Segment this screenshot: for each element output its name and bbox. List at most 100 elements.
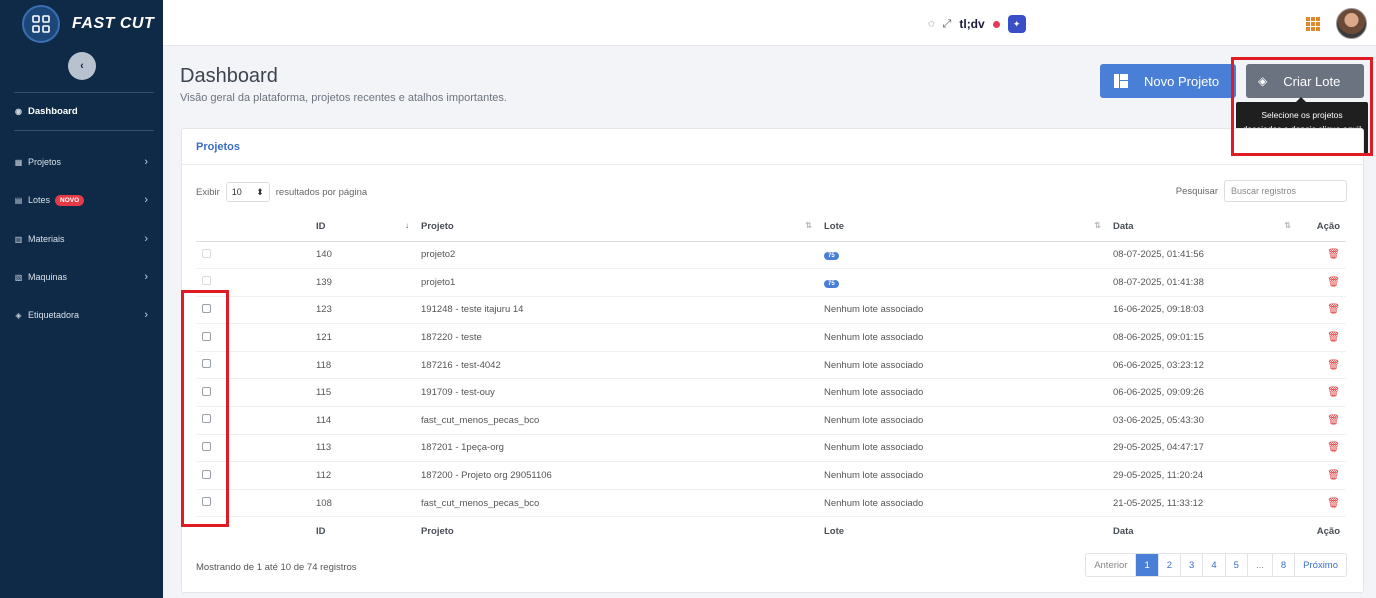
row-checkbox[interactable] xyxy=(202,248,211,258)
sidebar-collapse-button[interactable]: ‹ xyxy=(68,52,96,80)
apps-grid-icon[interactable] xyxy=(1306,17,1320,31)
lotes-icon: ▤ xyxy=(14,195,23,205)
cell-projeto: projeto1 xyxy=(417,268,820,297)
chevron-right-icon: › xyxy=(144,309,148,321)
chevron-right-icon: › xyxy=(144,156,148,168)
column-header-lote[interactable]: Lote ⇅ xyxy=(820,213,1109,242)
sidebar-item-maquinas[interactable]: ▧ Maquinas › xyxy=(14,267,154,287)
lote-badge[interactable]: 75 xyxy=(824,279,839,288)
pagination-next[interactable]: Próximo xyxy=(1295,554,1346,576)
eye-off-icon[interactable]: ◌ xyxy=(928,18,935,30)
table-footer-row: ID Projeto Lote Data Ação xyxy=(196,516,1346,545)
cell-id: 140 xyxy=(302,241,417,270)
column-header-projeto[interactable]: Projeto ⇅ xyxy=(417,213,820,242)
trash-icon[interactable]: 🗑 xyxy=(1327,360,1340,371)
pagination: Anterior 1 2 3 4 5 ... 8 Próximo xyxy=(1085,553,1347,577)
sidebar-item-projetos[interactable]: ▦ Projetos › xyxy=(14,152,154,172)
row-checkbox[interactable] xyxy=(202,276,211,286)
tldv-logo[interactable]: tl;dv xyxy=(959,17,984,31)
cell-projeto: 187200 - Projeto org 29051106 xyxy=(417,461,820,490)
table-header-row: ID ↓ Projeto ⇅ Lote ⇅ Data ⇅ Ação xyxy=(196,213,1346,242)
trash-icon[interactable]: 🗑 xyxy=(1327,415,1340,426)
page-size-value: 10 xyxy=(231,187,242,197)
table-row: 115 191709 - test-ouy Nenhum lote associ… xyxy=(196,378,1346,408)
trash-icon[interactable]: 🗑 xyxy=(1327,277,1340,288)
sidebar-item-dashboard[interactable]: ◉ Dashboard xyxy=(14,101,154,121)
expand-icon[interactable]: ⤢ xyxy=(943,18,952,31)
highlight-box xyxy=(181,290,229,527)
projects-icon: ▦ xyxy=(14,157,23,167)
sidebar-item-label: Etiquetadora xyxy=(28,310,80,320)
sidebar-divider xyxy=(14,92,154,93)
cell-projeto: 191709 - test-ouy xyxy=(417,378,820,408)
pagination-previous[interactable]: Anterior xyxy=(1086,554,1137,576)
pagination-page[interactable]: 4 xyxy=(1203,554,1226,576)
table-row: 118 187216 - test-4042 Nenhum lote assoc… xyxy=(196,351,1346,380)
sidebar-item-materiais[interactable]: ▥ Materiais › xyxy=(14,229,154,249)
cell-data: 06-06-2025, 09:09:26 xyxy=(1109,378,1299,408)
table-row: 140 projeto2 75 08-07-2025, 01:41:56 🗑 xyxy=(196,241,1346,270)
trash-icon[interactable]: 🗑 xyxy=(1327,332,1340,343)
chevron-right-icon: › xyxy=(144,233,148,245)
show-label: Exibir xyxy=(196,186,220,198)
cell-data: 03-06-2025, 05:43:30 xyxy=(1109,406,1299,435)
lote-badge[interactable]: 75 xyxy=(824,252,839,261)
pagination-page[interactable]: 2 xyxy=(1159,554,1182,576)
table-row: 114 fast_cut_menos_pecas_bco Nenhum lote… xyxy=(196,406,1346,435)
table-row: 121 187220 - teste Nenhum lote associado… xyxy=(196,323,1346,352)
trash-icon[interactable]: 🗑 xyxy=(1327,442,1340,453)
sort-icon: ⇅ xyxy=(1094,221,1101,230)
trash-icon[interactable]: 🗑 xyxy=(1327,387,1340,398)
sidebar-item-etiquetadora[interactable]: ◈ Etiquetadora › xyxy=(14,305,154,325)
cell-data: 29-05-2025, 04:47:17 xyxy=(1109,434,1299,463)
brand[interactable]: FAST CUT xyxy=(0,0,163,47)
trash-icon[interactable]: 🗑 xyxy=(1327,304,1340,315)
new-badge: NOVO xyxy=(55,194,85,206)
tldv-extension[interactable]: ◌ ⤢ tl;dv ✦ xyxy=(928,15,1026,33)
cell-id: 121 xyxy=(302,323,417,352)
search-input[interactable] xyxy=(1224,180,1347,202)
pagination-page[interactable]: 1 xyxy=(1136,554,1159,576)
table-row: 113 187201 - 1peça-org Nenhum lote assoc… xyxy=(196,434,1346,463)
search-label: Pesquisar xyxy=(1175,185,1218,197)
footer-id: ID xyxy=(302,516,417,545)
column-header-data[interactable]: Data ⇅ xyxy=(1109,213,1299,242)
sidebar-item-label: Materiais xyxy=(28,234,65,244)
trash-icon[interactable]: 🗑 xyxy=(1327,470,1340,481)
page-length-control: Exibir 10 ⬍ resultados por página xyxy=(196,182,367,202)
avatar[interactable] xyxy=(1336,8,1367,39)
table-row: 139 projeto1 75 08-07-2025, 01:41:38 🗑 xyxy=(196,268,1346,297)
projects-table: ID ↓ Projeto ⇅ Lote ⇅ Data ⇅ Ação 140 projet… xyxy=(196,213,1346,545)
pagination-page[interactable]: 3 xyxy=(1181,554,1204,576)
lote-text: Nenhum lote associado xyxy=(824,442,924,454)
sidebar-item-lotes[interactable]: ▤ Lotes NOVO › xyxy=(14,190,154,210)
select-column-header xyxy=(196,213,302,242)
brand-name: FAST CUT xyxy=(72,14,155,32)
cell-id: 139 xyxy=(302,268,417,297)
extension-icon[interactable]: ✦ xyxy=(1007,15,1026,33)
sort-icon: ⇅ xyxy=(1284,221,1291,230)
page-size-select[interactable]: 10 ⬍ xyxy=(225,182,270,202)
pagination-page[interactable]: 8 xyxy=(1273,554,1296,576)
cell-projeto: 187216 - test-4042 xyxy=(417,351,820,380)
cell-id: 123 xyxy=(302,296,417,325)
cell-projeto: 187201 - 1peça-org xyxy=(417,434,820,463)
lote-text: Nenhum lote associado xyxy=(824,414,924,426)
table-row: 108 fast_cut_menos_pecas_bco Nenhum lote… xyxy=(196,489,1346,518)
trash-icon[interactable]: 🗑 xyxy=(1327,249,1340,260)
new-project-button[interactable]: Novo Projeto xyxy=(1100,64,1236,98)
card-title: Projetos xyxy=(182,129,1363,165)
sidebar-item-label: Maquinas xyxy=(28,272,68,282)
cell-data: 16-06-2025, 09:18:03 xyxy=(1109,296,1299,325)
lote-text: Nenhum lote associado xyxy=(824,332,924,344)
footer-lote: Lote xyxy=(820,516,1109,545)
pagination-page[interactable]: 5 xyxy=(1226,554,1248,576)
machine-icon: ▧ xyxy=(14,272,23,282)
layout-icon xyxy=(1114,74,1128,88)
trash-icon[interactable]: 🗑 xyxy=(1327,498,1340,509)
column-header-acao: Ação xyxy=(1299,213,1346,242)
column-header-id[interactable]: ID ↓ xyxy=(302,213,417,242)
recording-indicator-icon xyxy=(992,20,1000,28)
cell-data: 08-07-2025, 01:41:56 xyxy=(1109,241,1299,270)
cell-id: 108 xyxy=(302,489,417,518)
